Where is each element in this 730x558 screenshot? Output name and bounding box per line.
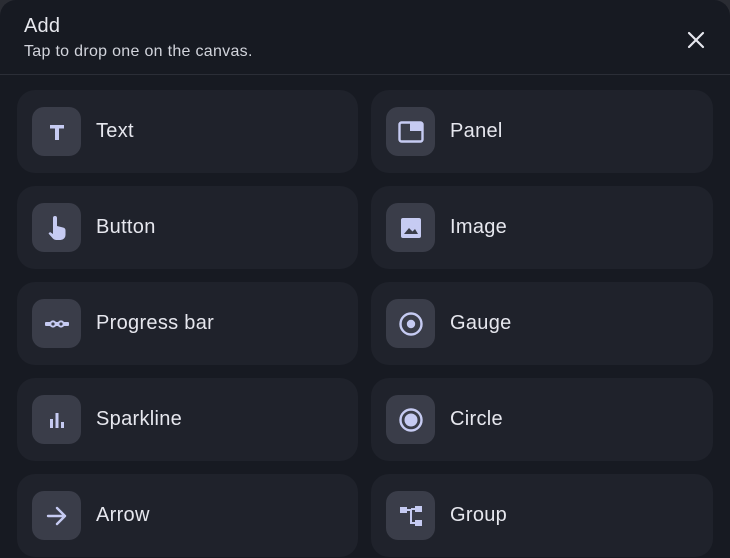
tile-button[interactable]: Button [17, 186, 358, 269]
tile-label: Arrow [96, 504, 150, 526]
tile-label: Panel [450, 120, 503, 142]
tile-gauge[interactable]: Gauge [371, 282, 713, 365]
dialog-subtitle: Tap to drop one on the canvas. [24, 43, 253, 60]
close-icon [687, 31, 705, 49]
tile-label: Gauge [450, 312, 512, 334]
tile-sparkline[interactable]: Sparkline [17, 378, 358, 461]
tile-progress-bar[interactable]: Progress bar [17, 282, 358, 365]
tile-image[interactable]: Image [371, 186, 713, 269]
tile-text[interactable]: Text [17, 90, 358, 173]
dialog-title: Add [24, 15, 61, 37]
progress-icon [32, 299, 81, 348]
tile-label: Text [96, 120, 134, 142]
arrow-icon [32, 491, 81, 540]
tile-circle[interactable]: Circle [371, 378, 713, 461]
tile-group[interactable]: Group [371, 474, 713, 557]
tile-label: Circle [450, 408, 503, 430]
close-button[interactable] [680, 24, 712, 56]
group-icon [386, 491, 435, 540]
sparkline-icon [32, 395, 81, 444]
tile-label: Button [96, 216, 156, 238]
tile-arrow[interactable]: Arrow [17, 474, 358, 557]
tile-panel[interactable]: Panel [371, 90, 713, 173]
text-icon [32, 107, 81, 156]
image-icon [386, 203, 435, 252]
tile-label: Sparkline [96, 408, 183, 430]
dialog-header: Add Tap to drop one on the canvas. [0, 0, 730, 75]
add-dialog: Add Tap to drop one on the canvas. Text [0, 0, 730, 558]
circle-icon [386, 395, 435, 444]
gauge-icon [386, 299, 435, 348]
tile-label: Group [450, 504, 508, 526]
tile-label: Progress bar [96, 312, 215, 334]
tile-label: Image [450, 216, 508, 238]
touch-icon [32, 203, 81, 252]
panel-icon [386, 107, 435, 156]
element-grid: Text Panel Button Image Progress bar Gau… [17, 90, 714, 557]
